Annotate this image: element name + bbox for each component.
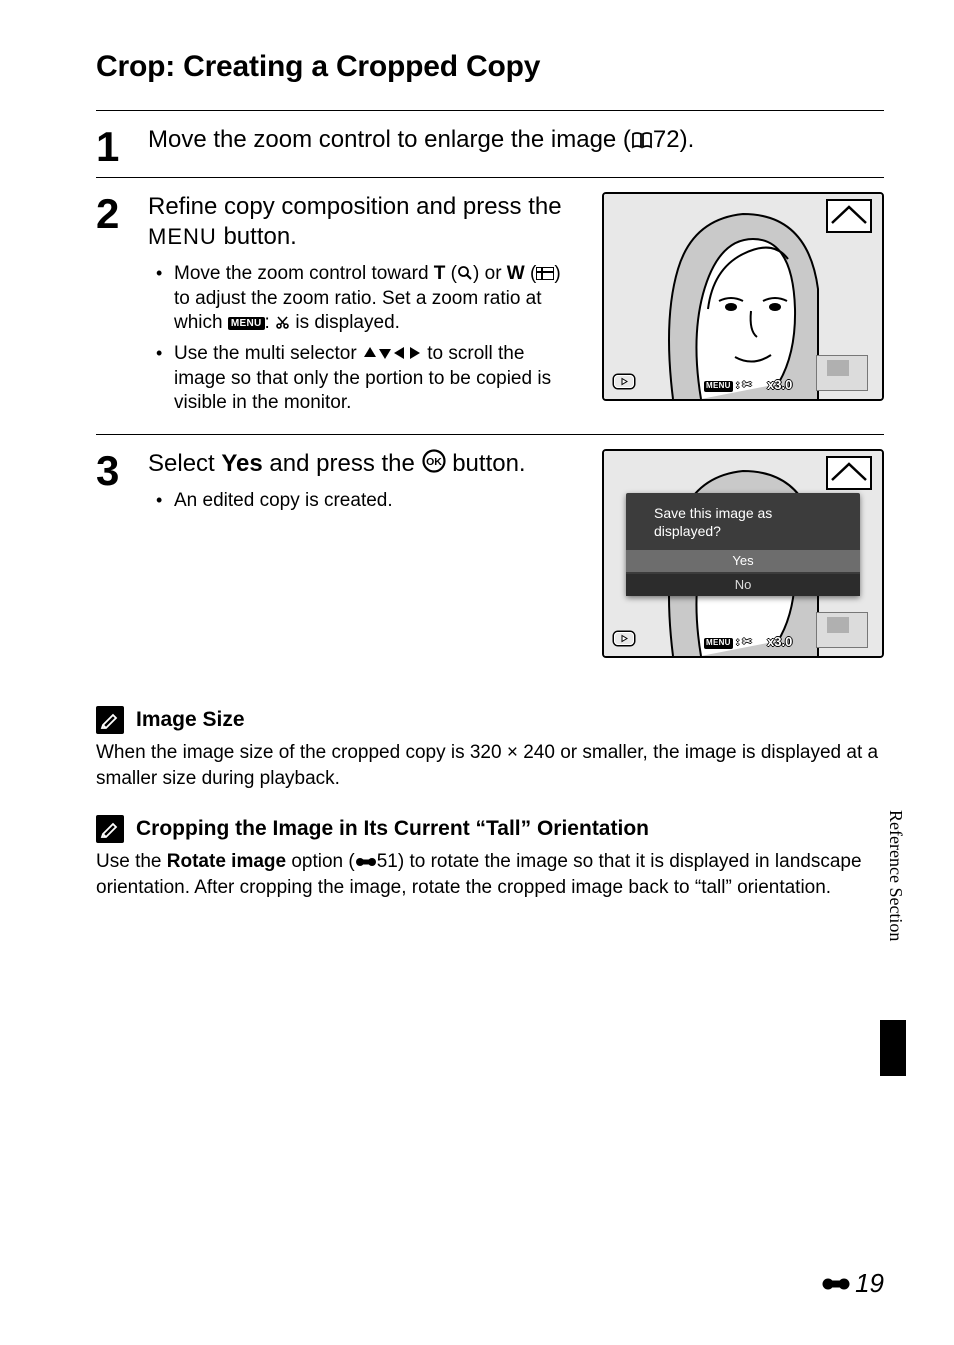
step-1: 1 Move the zoom control to enlarge the i… bbox=[96, 110, 884, 177]
zoom-t-label: T bbox=[434, 263, 446, 284]
note-title: Image Size bbox=[136, 708, 245, 732]
playback-icon bbox=[614, 632, 634, 648]
pencil-note-icon bbox=[96, 706, 124, 734]
svg-text:OK: OK bbox=[426, 456, 442, 468]
text: Select bbox=[148, 450, 221, 477]
section-tab-marker bbox=[880, 1020, 906, 1076]
thumbnail-icon bbox=[536, 267, 554, 280]
reference-link-icon bbox=[355, 855, 377, 869]
reference-link-icon bbox=[821, 1275, 851, 1293]
text: and press the bbox=[263, 450, 422, 477]
dialog-option-yes[interactable]: Yes bbox=[626, 550, 860, 572]
dialog-option-no[interactable]: No bbox=[626, 574, 860, 596]
step-3-bullet-1: An edited copy is created. bbox=[170, 489, 578, 514]
step-number: 1 bbox=[96, 125, 126, 165]
text: button. bbox=[446, 450, 526, 477]
ok-button-icon: OK bbox=[422, 449, 446, 473]
step-2-bullet-1: Move the zoom control toward T ( ) or W (… bbox=[170, 262, 578, 336]
scroll-indicator bbox=[826, 199, 872, 233]
step-1-heading: Move the zoom control to enlarge the ima… bbox=[148, 125, 884, 155]
navigation-thumbnail bbox=[816, 612, 868, 648]
lcd-preview-crop: MENU : ✂ x3.0 bbox=[602, 192, 884, 401]
navigation-thumbnail bbox=[816, 355, 868, 391]
menu-scissor-indicator: MENU : ✂ bbox=[704, 635, 752, 649]
scissors-icon bbox=[275, 315, 290, 330]
page-number-value: 19 bbox=[855, 1268, 884, 1299]
text: option ( bbox=[286, 851, 355, 872]
text: ). bbox=[680, 126, 695, 153]
dialog-message: Save this image as displayed? bbox=[626, 493, 860, 550]
page-number: 19 bbox=[821, 1268, 884, 1299]
note-body: Use the Rotate image option (51) to rota… bbox=[96, 849, 884, 900]
text: button. bbox=[217, 223, 297, 250]
step-3: 3 Select Yes and press the OK button. An… bbox=[96, 434, 884, 670]
note-body: When the image size of the cropped copy … bbox=[96, 740, 884, 791]
save-dialog: Save this image as displayed? Yes No bbox=[626, 493, 860, 596]
zoom-level-label: x3.0 bbox=[767, 634, 792, 649]
dpad-icon bbox=[362, 345, 422, 361]
text: is displayed. bbox=[290, 312, 400, 333]
step-2-bullet-2: Use the multi selector to scroll the ima… bbox=[170, 342, 578, 416]
menu-word: MENU bbox=[148, 224, 217, 249]
scroll-indicator bbox=[826, 456, 872, 490]
magnify-icon bbox=[457, 265, 473, 281]
pencil-note-icon bbox=[96, 815, 124, 843]
playback-icon bbox=[614, 375, 634, 391]
menu-chip-icon: MENU bbox=[228, 317, 265, 330]
yes-label: Yes bbox=[221, 450, 262, 477]
page-title: Crop: Creating a Cropped Copy bbox=[96, 50, 884, 84]
book-icon bbox=[631, 131, 653, 149]
zoom-w-label: W bbox=[507, 263, 525, 284]
text: Move the zoom control to enlarge the ima… bbox=[148, 126, 631, 153]
zoom-level-label: x3.0 bbox=[767, 377, 792, 392]
text: ( bbox=[445, 263, 457, 284]
note-image-size: Image Size When the image size of the cr… bbox=[96, 706, 884, 791]
note-tall-orientation: Cropping the Image in Its Current “Tall”… bbox=[96, 815, 884, 900]
menu-scissor-indicator: MENU : ✂ bbox=[704, 378, 752, 392]
text: Use the multi selector bbox=[174, 343, 362, 364]
step-2-heading: Refine copy composition and press the ME… bbox=[148, 192, 578, 252]
lcd-preview-confirm: Save this image as displayed? Yes No MEN… bbox=[602, 449, 884, 658]
text: ) or bbox=[473, 263, 507, 284]
text: Refine copy composition and press the bbox=[148, 193, 562, 220]
section-tab-label: Reference Section bbox=[885, 810, 906, 941]
page-ref: 72 bbox=[653, 126, 680, 153]
note-title: Cropping the Image in Its Current “Tall”… bbox=[136, 817, 649, 841]
step-number: 3 bbox=[96, 449, 126, 658]
step-3-heading: Select Yes and press the OK button. bbox=[148, 449, 578, 479]
step-number: 2 bbox=[96, 192, 126, 422]
text: Use the bbox=[96, 851, 167, 872]
step-2: 2 Refine copy composition and press the … bbox=[96, 177, 884, 434]
text: Move the zoom control toward bbox=[174, 263, 434, 284]
text: ( bbox=[525, 263, 537, 284]
text: : bbox=[265, 312, 276, 333]
rotate-image-label: Rotate image bbox=[167, 851, 286, 872]
